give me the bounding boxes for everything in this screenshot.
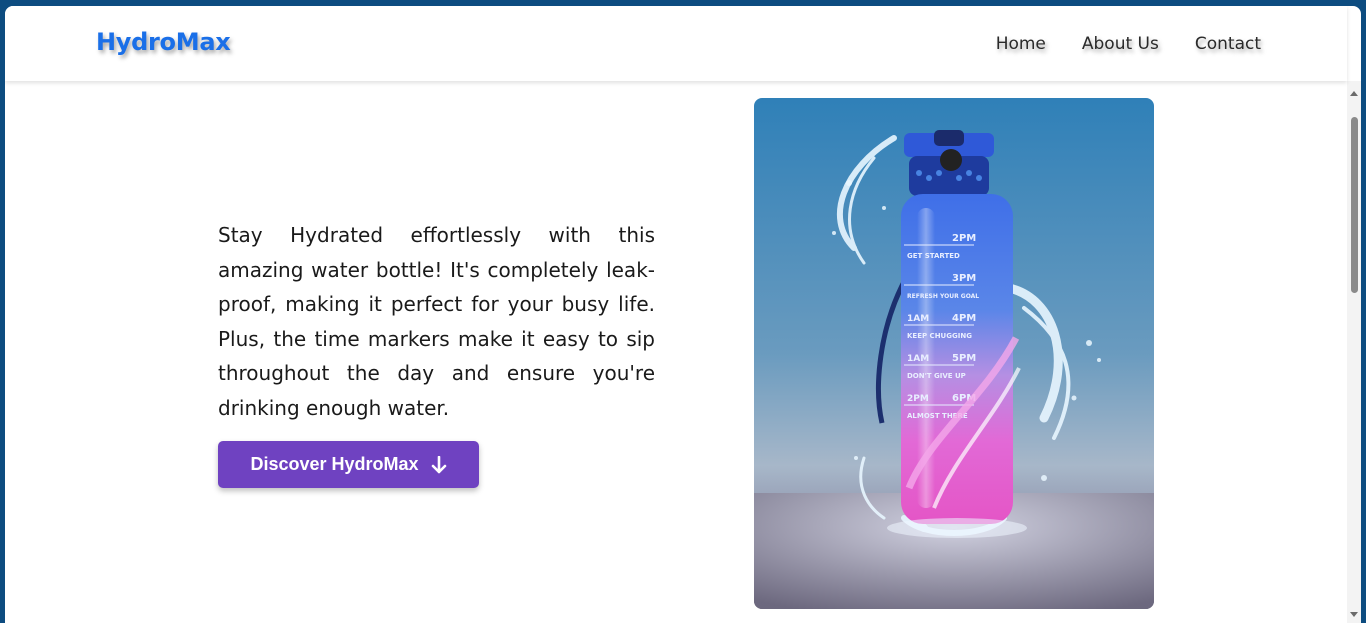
- marker-right-1: 2PM: [952, 233, 976, 244]
- nav-link-about-us[interactable]: About Us: [1082, 34, 1159, 54]
- navbar: HydroMax Home About Us Contact: [5, 6, 1347, 81]
- marker-right-2: 3PM: [952, 273, 976, 284]
- nav-link-home[interactable]: Home: [996, 34, 1046, 54]
- marker-note-1: GET STARTED: [907, 252, 960, 260]
- marker-note-2: REFRESH YOUR GOAL: [907, 293, 979, 300]
- cta-label: Discover HydroMax: [250, 454, 419, 474]
- brand-logo[interactable]: HydroMax: [96, 28, 231, 56]
- marker-note-3: KEEP CHUGGING: [907, 332, 972, 340]
- vertical-scrollbar[interactable]: [1347, 81, 1361, 623]
- arrow-down-icon: [431, 455, 446, 473]
- scrollbar-thumb[interactable]: [1351, 117, 1358, 293]
- browser-viewport: HydroMax Home About Us Contact Stay Hydr…: [5, 6, 1361, 623]
- marker-right-4: 5PM: [952, 353, 976, 364]
- marker-note-4: DON'T GIVE UP: [907, 372, 966, 380]
- scroll-down-arrow-icon[interactable]: [1350, 612, 1358, 617]
- water-bottle-splash-image: 2PM GET STARTED 3PM REFRESH YOUR GOAL 1A…: [754, 98, 1154, 609]
- nav-links: Home About Us Contact: [996, 34, 1261, 54]
- hero-description: Stay Hydrated effortlessly with this ama…: [218, 223, 655, 420]
- marker-left-4: 1AM: [907, 354, 929, 364]
- marker-left-5: 2PM: [907, 394, 929, 404]
- nav-link-contact[interactable]: Contact: [1195, 34, 1261, 54]
- discover-hydromax-button[interactable]: Discover HydroMax: [218, 441, 479, 488]
- scroll-up-arrow-icon[interactable]: [1350, 91, 1358, 96]
- marker-right-3: 4PM: [952, 313, 976, 324]
- marker-left-3: 1AM: [907, 314, 929, 324]
